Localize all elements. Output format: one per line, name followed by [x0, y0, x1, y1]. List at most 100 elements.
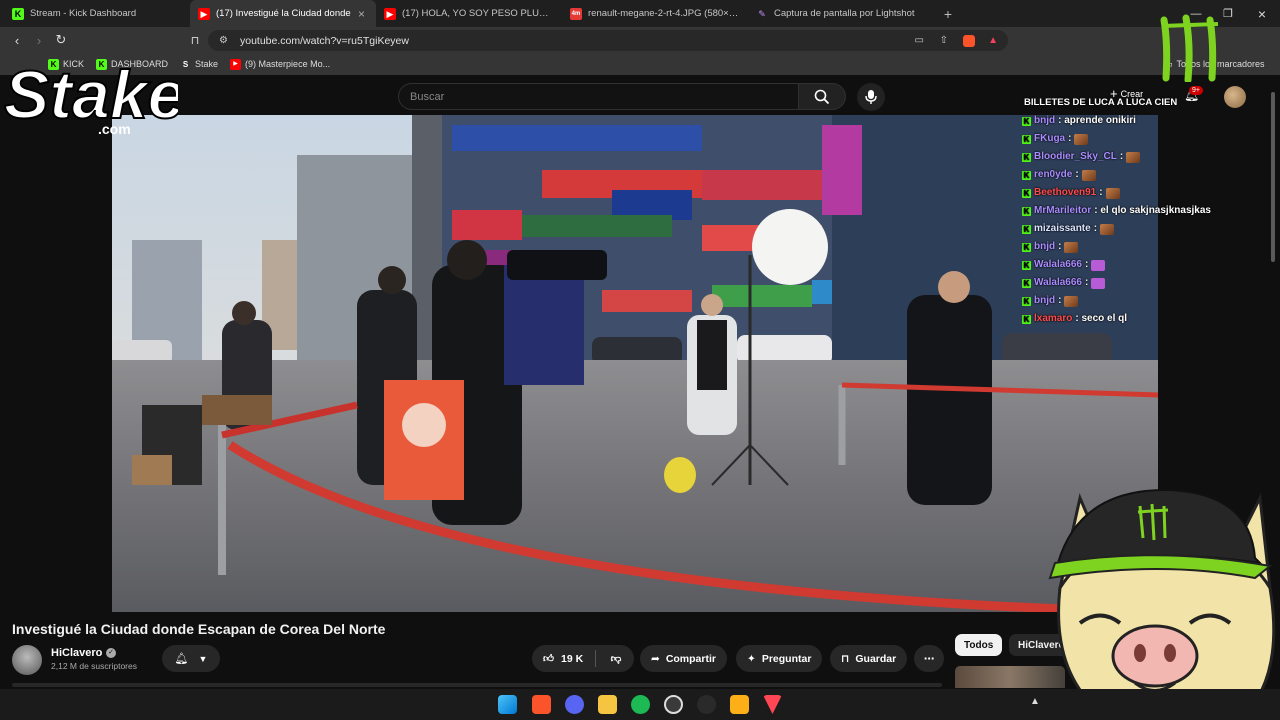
tab-lightshot[interactable]: ✎ Captura de pantalla por Lightshot: [748, 0, 934, 27]
chat-text: : seco el ql: [1075, 313, 1128, 324]
chat-username: Walala666: [1034, 277, 1082, 288]
stake-logo-text: Stake: [4, 57, 178, 133]
spotify-icon[interactable]: [631, 695, 650, 714]
search-input[interactable]: Buscar: [398, 83, 798, 110]
share-icon[interactable]: ⇧: [940, 35, 948, 46]
bookmark-stake[interactable]: S Stake: [180, 59, 218, 70]
site-info-icon[interactable]: ⚙: [219, 35, 228, 46]
bell-icon: 🔔︎: [174, 653, 189, 665]
like-button[interactable]: 👍︎ 19 K: [543, 652, 583, 666]
chat-username: Walala666: [1034, 259, 1082, 270]
bookmark-masterpiece[interactable]: ▶ (9) Masterpiece Mo...: [230, 58, 331, 70]
ask-button[interactable]: ✦ Preguntar: [736, 645, 823, 672]
tab-label: (17) Investigué la Ciudad donde: [216, 8, 351, 19]
save-button[interactable]: ⊓ Guardar: [830, 645, 908, 672]
brave-icon[interactable]: [532, 695, 551, 714]
emote-icon: [1064, 295, 1079, 307]
chat-username: ren0yde: [1034, 169, 1073, 180]
kick-icon: K: [1022, 152, 1031, 162]
windows-start-icon[interactable]: [498, 695, 517, 714]
kick-icon: K: [1022, 206, 1031, 216]
tab-renault-image[interactable]: 4m renault-megane-2-rt-4.JPG (580×315: [562, 0, 748, 27]
stake-icon: S: [182, 59, 189, 69]
share-button[interactable]: ➦ Compartir: [640, 645, 727, 672]
url-input[interactable]: ⚙ youtube.com/watch?v=ru5TgiKeyew ▭ ⇧ ▲: [208, 30, 1008, 51]
search-button[interactable]: [798, 83, 846, 110]
tab-label: (17) HOLA, YO SOY PESO PLUMA // |: [402, 8, 554, 19]
forward-icon[interactable]: ›: [28, 29, 50, 51]
chat-message: K FKuga :: [1022, 130, 1252, 148]
emote-icon: [1064, 241, 1079, 253]
steam-icon[interactable]: [697, 695, 716, 714]
chat-message: K mizaissante :: [1022, 220, 1252, 238]
tab-youtube-peso-pluma[interactable]: ▶ (17) HOLA, YO SOY PESO PLUMA // |: [376, 0, 562, 27]
scrollbar[interactable]: [1271, 92, 1275, 262]
bookmarks-bar: K KICK K DASHBOARD S Stake ▶ (9) Masterp…: [0, 53, 1280, 75]
chat-text: :: [1075, 169, 1079, 180]
obs-icon[interactable]: [664, 695, 683, 714]
stake-logo: Stake .com: [3, 56, 178, 137]
verified-icon: ✓: [106, 648, 116, 658]
channel-name[interactable]: HiClavero: [51, 647, 102, 659]
emote-icon: [1105, 187, 1120, 199]
new-tab-button[interactable]: +: [934, 0, 962, 27]
search-placeholder: Buscar: [410, 90, 445, 103]
chat-message: K MrMarileitor : el qlo sakjnasjknasjkas: [1022, 202, 1252, 220]
file-explorer-icon[interactable]: [598, 695, 617, 714]
back-icon[interactable]: ‹: [6, 29, 28, 51]
avatar[interactable]: [1224, 86, 1246, 108]
chat-username: bnjd: [1034, 241, 1056, 252]
bookmark-label: (9) Masterpiece Mo...: [245, 59, 331, 69]
brave-rewards-icon[interactable]: ▲: [988, 35, 998, 46]
dislike-button[interactable]: 👎︎: [598, 645, 634, 672]
youtube-icon: ▶: [198, 7, 210, 20]
description-box[interactable]: [12, 683, 942, 687]
chevron-down-icon: ▼: [198, 653, 208, 664]
brave-shields-icon[interactable]: [963, 34, 975, 47]
thumbs-down-icon: 👎︎: [610, 653, 622, 665]
reload-icon[interactable]: ↻: [50, 29, 72, 51]
chat-message: K Bloodier_Sky_CL :: [1022, 148, 1252, 166]
kick-icon: K: [1022, 278, 1031, 288]
youtube-icon: ▶: [230, 58, 242, 70]
voice-search-button[interactable]: [857, 83, 885, 111]
cast-icon[interactable]: ▭: [915, 35, 924, 46]
filter-chip-all[interactable]: Todos: [955, 634, 1003, 656]
chat-text: :: [1085, 259, 1089, 270]
chat-text: :: [1058, 295, 1062, 306]
search-icon: [814, 89, 830, 104]
discord-icon[interactable]: [565, 695, 584, 714]
bookmark-icon[interactable]: ⊓: [184, 29, 206, 51]
more-actions-button[interactable]: ⋯: [914, 645, 944, 672]
stream-chat-overlay: K bnjd : aprende onikiri K FKuga : K Blo…: [1022, 112, 1252, 362]
chat-text: :: [1099, 187, 1103, 198]
rockstar-icon[interactable]: [730, 695, 749, 714]
chat-message: K bnjd :: [1022, 292, 1252, 310]
thumbs-up-icon: 👍︎: [543, 653, 554, 665]
channel-avatar[interactable]: [12, 645, 42, 675]
chat-message: K Walala666 :: [1022, 256, 1252, 274]
video-title: Investigué la Ciudad donde Escapan de Co…: [12, 621, 386, 637]
sparkle-icon: ✦: [747, 652, 756, 665]
emote-icon: [1091, 277, 1106, 289]
stake-logo-sub: .com: [98, 121, 131, 137]
save-label: Guardar: [855, 652, 897, 665]
kick-icon: K: [1022, 296, 1031, 306]
tab-youtube-video[interactable]: ▶ (17) Investigué la Ciudad donde ×: [190, 0, 376, 27]
tray-chevron-up-icon[interactable]: ▲: [1030, 696, 1040, 707]
chat-message: K Walala666 :: [1022, 274, 1252, 292]
tab-label: renault-megane-2-rt-4.JPG (580×315: [588, 8, 740, 19]
save-icon: ⊓: [841, 652, 850, 665]
chat-message: K lxamaro : seco el ql: [1022, 310, 1252, 328]
chat-title: BILLETES DE LUCA A LUCA CIEN: [1024, 97, 1178, 108]
close-icon[interactable]: ×: [358, 7, 368, 21]
tab-kick-dashboard[interactable]: K Stream - Kick Dashboard: [4, 0, 190, 27]
subscriber-count: 2,12 M de suscriptores: [51, 661, 137, 671]
monster-energy-logo: [1160, 14, 1219, 82]
video-player[interactable]: [112, 115, 1158, 612]
youtube-icon: ▶: [384, 7, 396, 20]
emote-icon: [1126, 151, 1141, 163]
close-window-icon[interactable]: ×: [1246, 0, 1278, 27]
chat-username: mizaissante: [1034, 223, 1091, 234]
subscription-bell-button[interactable]: 🔔︎ ▼: [162, 645, 220, 672]
